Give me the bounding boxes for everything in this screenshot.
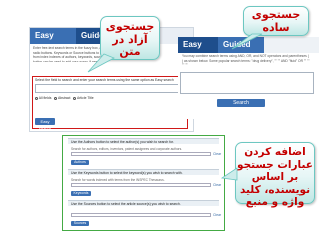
authors-button[interactable]: Authors (71, 160, 89, 165)
sources-button[interactable]: Sources (71, 221, 89, 226)
free-text-input[interactable] (35, 84, 183, 93)
tab-easy-search-right[interactable]: Easy search (178, 37, 218, 65)
sources-input[interactable] (71, 213, 211, 217)
guided-search-steps: Use the Authors button to select the aut… (62, 135, 225, 231)
callout-add-terms: اضافه کردن عبارات جستجو بر اساس نویسنده،… (235, 142, 315, 208)
advanced-search-intro: You may combine search terms using AND, … (182, 54, 310, 68)
step3-heading: Use the Keywords button to select the ke… (68, 169, 219, 175)
clear-sources-link[interactable]: Clear (213, 213, 221, 217)
search-field-options: All fields Abstract Article Title (35, 96, 94, 100)
callout-simple-search-text: جستجوی ساده (251, 8, 301, 34)
radio-all-fields-label: All fields (38, 96, 52, 100)
easy-search-button[interactable]: Easy search (35, 118, 55, 131)
step2-heading: Use the Authors button to select the aut… (68, 138, 219, 144)
radio-all-fields[interactable] (35, 96, 38, 100)
clear-keywords-link[interactable]: Clear (213, 183, 221, 187)
radio-article-title[interactable] (73, 96, 77, 100)
clear-authors-link[interactable]: Clear (213, 152, 221, 156)
tab-easy-search[interactable]: Easy search (30, 28, 76, 56)
radio-abstract-label: Abstract (58, 96, 71, 100)
free-text-search-area: Select the field to search and enter you… (32, 76, 188, 131)
callout-simple-search: جستجوی ساده (243, 6, 309, 36)
query-textarea[interactable] (180, 72, 314, 94)
keywords-input[interactable] (71, 183, 211, 187)
radio-article-title-label: Article Title (77, 96, 94, 100)
tab-bar-right: Easy search Guided search (178, 37, 319, 65)
step3-description: Search for words indexed with terms from… (71, 178, 165, 182)
tab-guided-search-right[interactable]: Guided search (218, 37, 264, 65)
radio-abstract[interactable] (54, 96, 58, 100)
keywords-button[interactable]: Keywords (71, 191, 91, 196)
callout-free-text: جستجوی آزاد در متن (100, 16, 160, 60)
step1-label: Select the field to search and enter you… (35, 78, 174, 82)
advanced-search-panel: Easy search Guided search You may combin… (178, 37, 319, 119)
authors-input[interactable] (71, 152, 211, 156)
step4-heading: Use the Sources button to select the art… (68, 200, 219, 206)
callout-free-text-text: جستجوی آزاد در متن (105, 20, 155, 59)
callout-add-terms-text: اضافه کردن عبارات جستجو بر اساس نویسنده،… (237, 146, 313, 209)
step2-description: Search for authors, editors, inventors, … (71, 147, 183, 151)
search-button[interactable]: Search (217, 99, 265, 107)
